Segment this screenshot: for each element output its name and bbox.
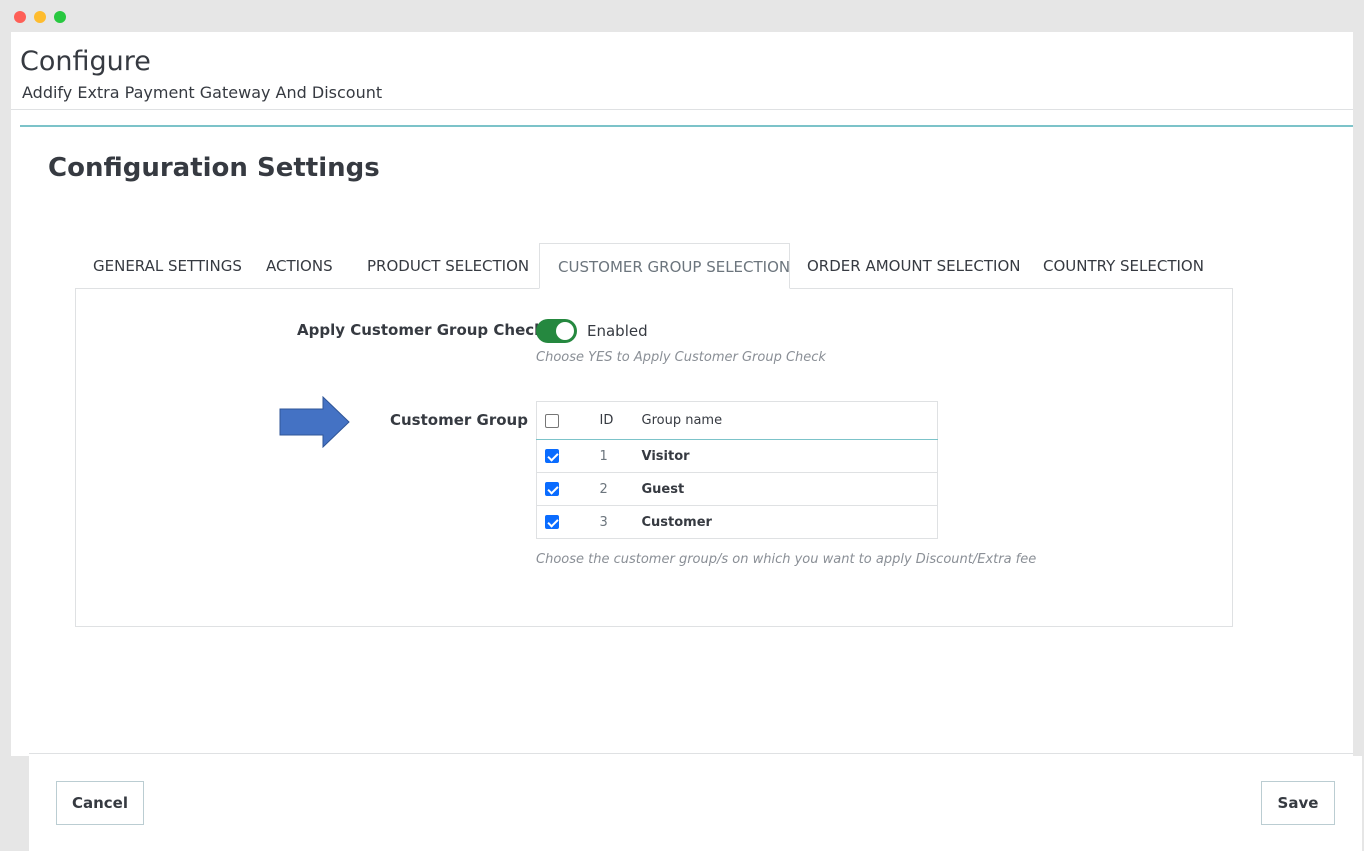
tab-country-selection[interactable]: COUNTRY SELECTION <box>1025 243 1222 289</box>
toggle-knob <box>556 322 574 340</box>
row-check-cell <box>536 472 589 506</box>
table-header-row: ID Group name <box>536 401 938 440</box>
row-checkbox-customer[interactable] <box>545 515 559 529</box>
panel-footer: Cancel Save <box>29 753 1362 851</box>
minimize-window-button[interactable] <box>34 11 46 23</box>
tab-product-selection[interactable]: PRODUCT SELECTION <box>349 243 547 289</box>
select-all-checkbox[interactable] <box>545 413 559 428</box>
table-row: 1 Visitor <box>536 439 938 473</box>
cancel-button[interactable]: Cancel <box>56 781 144 825</box>
id-column-header: ID <box>588 401 642 440</box>
page-header: Configure Addify Extra Payment Gateway A… <box>11 32 1353 110</box>
configuration-panel: Configuration Settings GENERAL SETTINGS … <box>20 125 1362 851</box>
close-window-button[interactable] <box>14 11 26 23</box>
tab-general-settings[interactable]: GENERAL SETTINGS <box>75 243 260 289</box>
window-titlebar <box>0 0 1364 32</box>
settings-tabs: GENERAL SETTINGS ACTIONS PRODUCT SELECTI… <box>75 243 1235 289</box>
tab-customer-group-selection[interactable]: CUSTOMER GROUP SELECTION <box>539 243 790 289</box>
row-checkbox-guest[interactable] <box>545 482 559 496</box>
row-id: 3 <box>588 505 642 539</box>
tab-order-amount-selection[interactable]: ORDER AMOUNT SELECTION <box>789 243 1039 289</box>
row-group-name: Customer <box>641 505 938 539</box>
row-id: 2 <box>588 472 642 506</box>
table-row: 3 Customer <box>536 505 938 539</box>
toggle-state-label: Enabled <box>587 322 648 340</box>
row-group-name: Guest <box>641 472 938 506</box>
customer-group-table: ID Group name 1 Visitor 2 Guest 3 Custom… <box>536 401 938 539</box>
row-check-cell <box>536 505 589 539</box>
apply-customer-group-check-label: Apply Customer Group Check <box>297 321 545 339</box>
window-right-edge <box>1353 32 1364 756</box>
customer-group-label: Customer Group <box>390 411 528 429</box>
customer-group-help-text: Choose the customer group/s on which you… <box>536 552 1037 567</box>
page-content: Configure Addify Extra Payment Gateway A… <box>11 32 1362 851</box>
tab-actions[interactable]: ACTIONS <box>248 243 351 289</box>
app-window: Configure Addify Extra Payment Gateway A… <box>0 0 1364 851</box>
customer-group-tab-content: Apply Customer Group Check Enabled Choos… <box>75 288 1233 627</box>
row-checkbox-visitor[interactable] <box>545 449 559 463</box>
group-name-column-header: Group name <box>641 401 938 440</box>
arrow-right-icon <box>279 396 350 448</box>
save-button[interactable]: Save <box>1261 781 1335 825</box>
page-title: Configure <box>20 46 151 77</box>
panel-title: Configuration Settings <box>48 153 380 183</box>
maximize-window-button[interactable] <box>54 11 66 23</box>
row-group-name: Visitor <box>641 439 938 473</box>
table-row: 2 Guest <box>536 472 938 506</box>
row-id: 1 <box>588 439 642 473</box>
select-all-cell <box>536 401 589 440</box>
row-check-cell <box>536 439 589 473</box>
toggle-help-text: Choose YES to Apply Customer Group Check <box>536 350 826 365</box>
page-subtitle: Addify Extra Payment Gateway And Discoun… <box>22 83 383 102</box>
apply-customer-group-toggle[interactable] <box>536 319 577 343</box>
